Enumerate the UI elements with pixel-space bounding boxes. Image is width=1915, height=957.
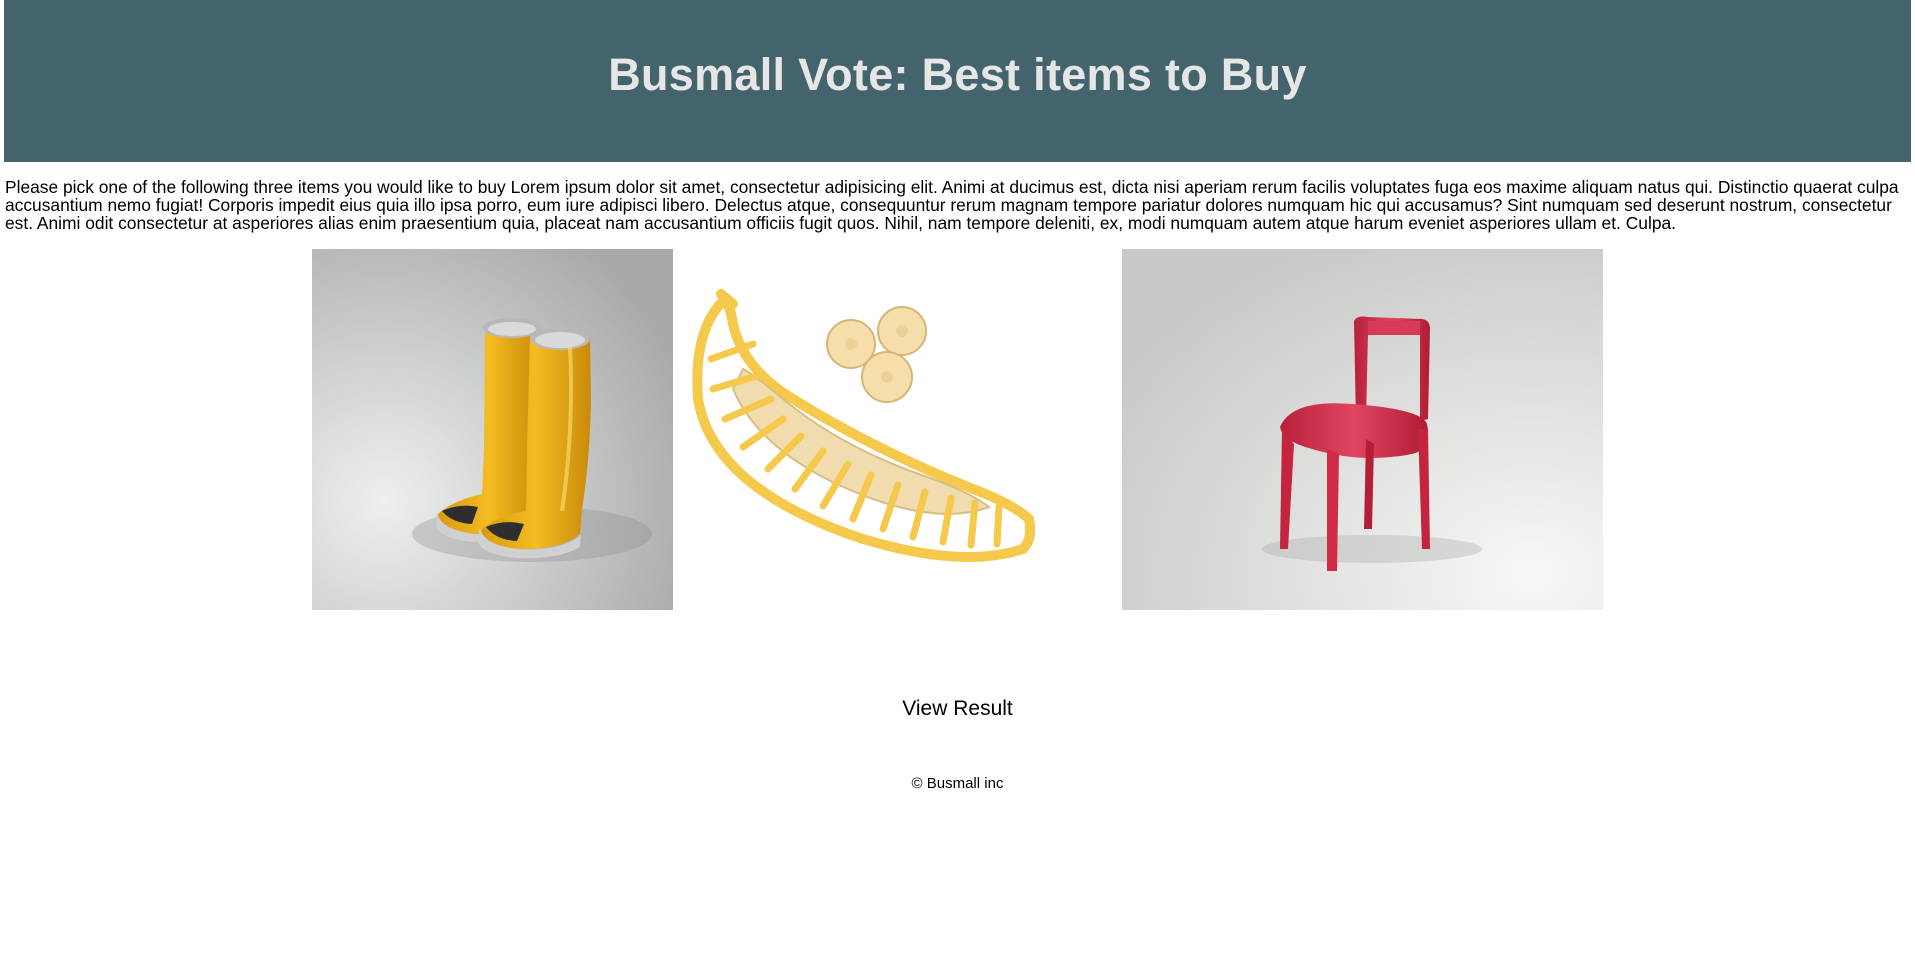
boots-icon: [312, 249, 673, 610]
view-result-container: View Result: [0, 697, 1915, 721]
chair-icon: [1122, 249, 1603, 610]
intro-text: Please pick one of the following three i…: [5, 177, 1899, 233]
banana-slicer-icon: [673, 249, 1122, 610]
footer: © Busmall inc: [0, 775, 1915, 792]
item-image-boots[interactable]: [312, 249, 673, 610]
copyright-text: © Busmall inc: [911, 775, 1004, 792]
item-image-chair[interactable]: [1122, 249, 1603, 610]
view-result-button[interactable]: View Result: [902, 697, 1013, 721]
item-image-banana-slicer[interactable]: [673, 249, 1122, 610]
page-header: Busmall Vote: Best items to Buy: [4, 0, 1911, 162]
page-title: Busmall Vote: Best items to Buy: [608, 49, 1307, 100]
